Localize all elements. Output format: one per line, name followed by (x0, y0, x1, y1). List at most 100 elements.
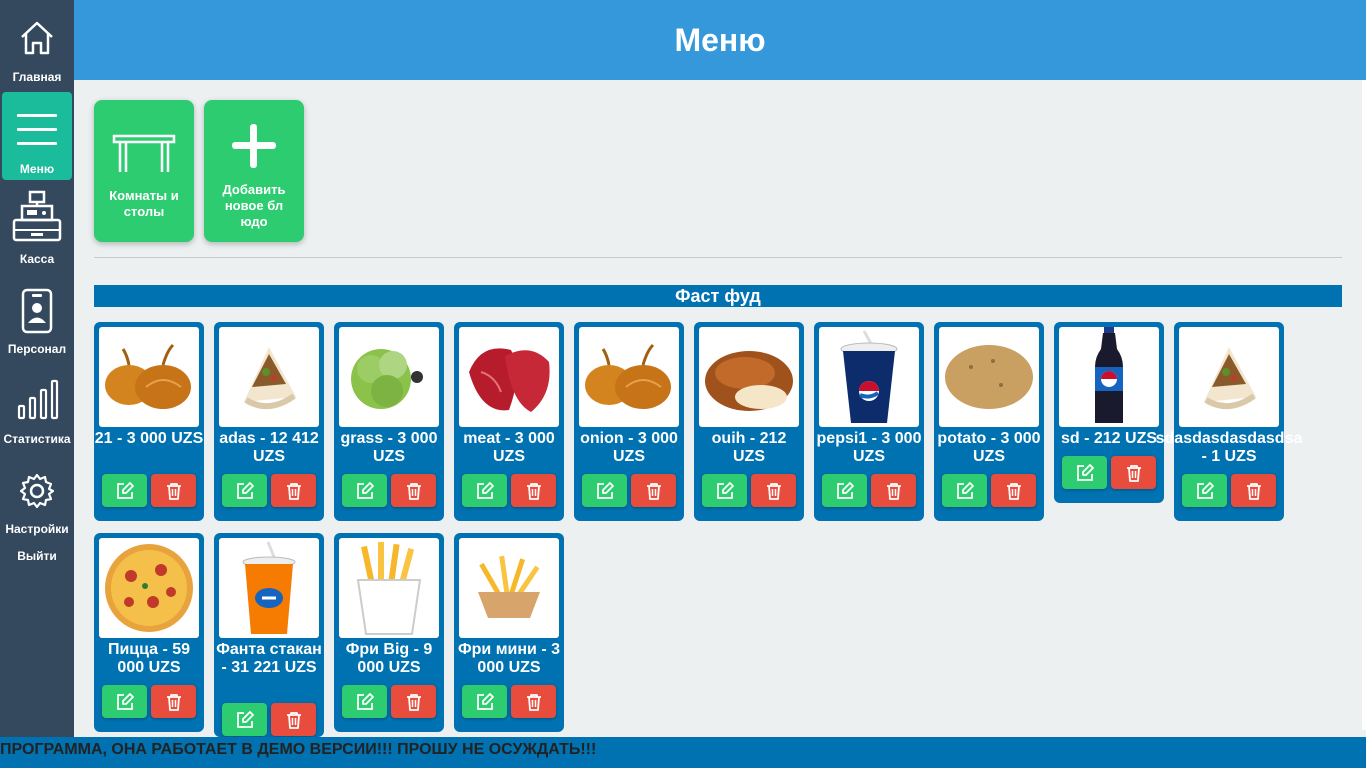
header: Меню (74, 0, 1366, 80)
product-image (219, 327, 319, 427)
product-card: 21 - 3 000 UZS (94, 322, 204, 521)
edit-button[interactable] (462, 685, 507, 718)
product-image (99, 327, 199, 427)
trash-icon (646, 482, 661, 500)
edit-icon (716, 481, 734, 499)
edit-button[interactable] (222, 703, 267, 736)
trash-icon (166, 482, 181, 500)
delete-button[interactable] (751, 474, 796, 507)
delete-button[interactable] (271, 703, 316, 736)
trash-icon (526, 482, 541, 500)
product-card: Фри мини - 3 000 UZS (454, 533, 564, 732)
delete-button[interactable] (271, 474, 316, 507)
delete-button[interactable] (511, 474, 556, 507)
nav-item-home[interactable]: Главная (2, 0, 72, 88)
nav-label-staff: Персонал (7, 342, 67, 356)
edit-button[interactable] (342, 474, 387, 507)
nav-item-stats[interactable]: Статистика (2, 362, 72, 450)
trash-icon (526, 693, 541, 711)
trash-icon (286, 482, 301, 500)
delete-button[interactable] (391, 474, 436, 507)
delete-button[interactable] (991, 474, 1036, 507)
product-image (219, 538, 319, 638)
delete-button[interactable] (511, 685, 556, 718)
nav-label-menu: Меню (19, 162, 55, 176)
edit-button[interactable] (102, 474, 147, 507)
scrollbar[interactable] (1362, 80, 1366, 730)
edit-button[interactable] (702, 474, 747, 507)
delete-button[interactable] (391, 685, 436, 718)
rooms-tables-button[interactable]: Комнаты и столы (94, 100, 194, 242)
delete-button[interactable] (1231, 474, 1276, 507)
product-image (339, 538, 439, 638)
edit-icon (956, 481, 974, 499)
product-title: onion - 3 000 UZS (580, 430, 678, 465)
product-image (939, 327, 1039, 427)
table-icon (112, 134, 176, 172)
delete-button[interactable] (1111, 456, 1156, 489)
edit-button[interactable] (942, 474, 987, 507)
edit-icon (236, 710, 254, 728)
gear-icon (19, 473, 55, 509)
logout-button[interactable]: Выйти (0, 549, 74, 563)
product-image (459, 538, 559, 638)
category-header: Фаст фуд (94, 285, 1342, 307)
bar-chart-icon (17, 379, 59, 420)
edit-icon (1076, 463, 1094, 481)
home-icon (21, 21, 53, 55)
edit-button[interactable] (102, 685, 147, 718)
edit-icon (476, 481, 494, 499)
nav-item-staff[interactable]: Персонал (2, 272, 72, 360)
delete-button[interactable] (151, 474, 196, 507)
product-title: ouih - 212 UZS (711, 430, 787, 465)
product-image (1179, 327, 1279, 427)
badge-icon (21, 288, 53, 334)
nav-item-cashier[interactable]: Касса (2, 182, 72, 270)
edit-button[interactable] (222, 474, 267, 507)
product-title: Фри Big - 9 000 UZS (345, 641, 433, 676)
product-title: potato - 3 000 UZS (937, 430, 1041, 465)
edit-icon (356, 481, 374, 499)
delete-button[interactable] (871, 474, 916, 507)
trash-icon (766, 482, 781, 500)
menu-icon (17, 114, 57, 145)
edit-button[interactable] (462, 474, 507, 507)
edit-icon (356, 692, 374, 710)
product-card: potato - 3 000 UZS (934, 322, 1044, 521)
trash-icon (1126, 464, 1141, 482)
edit-button[interactable] (582, 474, 627, 507)
nav-label-settings: Настройки (5, 522, 69, 536)
product-title: sdasdasdasdasdsa - 1 UZS (1155, 430, 1303, 465)
nav-item-menu[interactable]: Меню (2, 92, 72, 180)
product-card: Фри Big - 9 000 UZS (334, 533, 444, 732)
delete-button[interactable] (631, 474, 676, 507)
edit-button[interactable] (822, 474, 867, 507)
trash-icon (1246, 482, 1261, 500)
add-dish-button[interactable]: Добавить новое бл юдо (204, 100, 304, 242)
divider (94, 257, 1342, 258)
product-title: adas - 12 412 UZS (219, 430, 319, 465)
nav-label-cashier: Касса (19, 252, 55, 266)
product-image (1059, 327, 1159, 427)
product-card: adas - 12 412 UZS (214, 322, 324, 521)
trash-icon (406, 482, 421, 500)
product-card: Фанта стакан - 31 221 UZS (214, 533, 324, 737)
edit-button[interactable] (1062, 456, 1107, 489)
product-card: onion - 3 000 UZS (574, 322, 684, 521)
nav-item-settings[interactable]: Настройки (2, 452, 72, 540)
delete-button[interactable] (151, 685, 196, 718)
cash-register-icon (12, 190, 62, 242)
trash-icon (406, 693, 421, 711)
edit-icon (1196, 481, 1214, 499)
product-title: Фанта стакан - 31 221 UZS (216, 641, 322, 676)
plus-icon (232, 124, 276, 168)
edit-button[interactable] (342, 685, 387, 718)
product-title: Пицца - 59 000 UZS (107, 641, 191, 676)
product-title: Фри мини - 3 000 UZS (458, 641, 560, 676)
edit-button[interactable] (1182, 474, 1227, 507)
product-card: ouih - 212 UZS (694, 322, 804, 521)
product-title: sd - 212 UZS (1060, 430, 1158, 447)
edit-icon (116, 481, 134, 499)
product-image (99, 538, 199, 638)
product-title: meat - 3 000 UZS (463, 430, 555, 465)
